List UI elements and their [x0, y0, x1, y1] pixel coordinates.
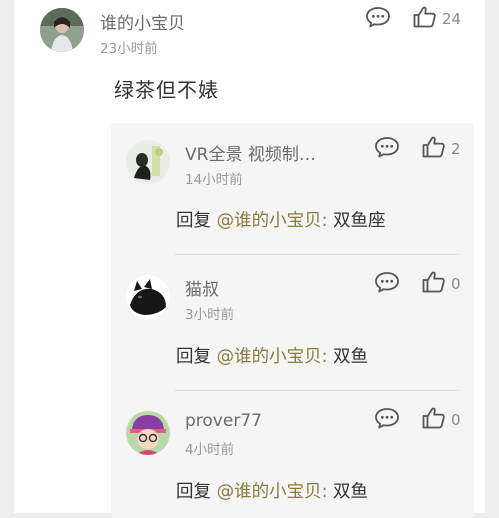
- reply-time: 3小时前: [185, 307, 235, 323]
- reply-body: 双鱼座: [333, 211, 386, 231]
- mention-separator: :: [321, 347, 334, 367]
- reply-prefix: 回复: [176, 211, 217, 231]
- like-count: 24: [442, 10, 462, 28]
- comment-time: 23小时前: [100, 41, 158, 57]
- like-count: 2: [451, 140, 461, 158]
- replies-section: VR全景 视频制… 14小时前 2 回复 @谁的小宝贝: 双鱼座 猫叔 3小时前…: [111, 123, 474, 518]
- comment-bubble-icon[interactable]: [374, 406, 400, 430]
- divider: [174, 390, 459, 391]
- reply-body: 双鱼: [333, 482, 369, 502]
- reply-time: 4小时前: [185, 442, 235, 458]
- avatar[interactable]: [126, 140, 170, 184]
- thumbs-up-icon[interactable]: [421, 406, 447, 430]
- comment-bubble-icon[interactable]: [374, 270, 400, 294]
- reply-text: 回复 @谁的小宝贝: 双鱼座: [176, 207, 386, 232]
- reply-text: 回复 @谁的小宝贝: 双鱼: [176, 343, 368, 368]
- reply-body: 双鱼: [333, 347, 369, 367]
- reply-username[interactable]: prover77: [185, 411, 262, 431]
- reply-text: 回复 @谁的小宝贝: 双鱼: [176, 478, 368, 503]
- mention-separator: :: [321, 482, 334, 502]
- mention-link[interactable]: @谁的小宝贝: [217, 347, 322, 367]
- mention-separator: :: [321, 211, 334, 231]
- comment-text: 绿茶但不婊: [114, 78, 219, 102]
- reply-prefix: 回复: [176, 482, 217, 502]
- comment-bubble-icon[interactable]: [365, 5, 391, 29]
- divider: [174, 254, 459, 255]
- avatar[interactable]: [40, 8, 84, 52]
- thumbs-up-icon[interactable]: [421, 135, 447, 159]
- reply-time: 14小时前: [185, 172, 243, 188]
- comment-username[interactable]: 谁的小宝贝: [100, 9, 185, 34]
- like-count: 0: [451, 275, 461, 293]
- mention-link[interactable]: @谁的小宝贝: [217, 211, 322, 231]
- comment-bubble-icon[interactable]: [374, 135, 400, 159]
- reply-prefix: 回复: [176, 347, 217, 367]
- reply-username[interactable]: 猫叔: [185, 275, 219, 300]
- thumbs-up-icon[interactable]: [421, 270, 447, 294]
- thumbs-up-icon[interactable]: [412, 5, 438, 29]
- reply-username[interactable]: VR全景 视频制…: [185, 140, 316, 165]
- mention-link[interactable]: @谁的小宝贝: [217, 482, 322, 502]
- avatar[interactable]: [126, 275, 170, 319]
- avatar[interactable]: [126, 411, 170, 455]
- comment-card: 谁的小宝贝 23小时前 24 绿茶但不婊 VR全景 视频制… 14小时前 2 回…: [14, 0, 485, 518]
- like-count: 0: [451, 411, 461, 429]
